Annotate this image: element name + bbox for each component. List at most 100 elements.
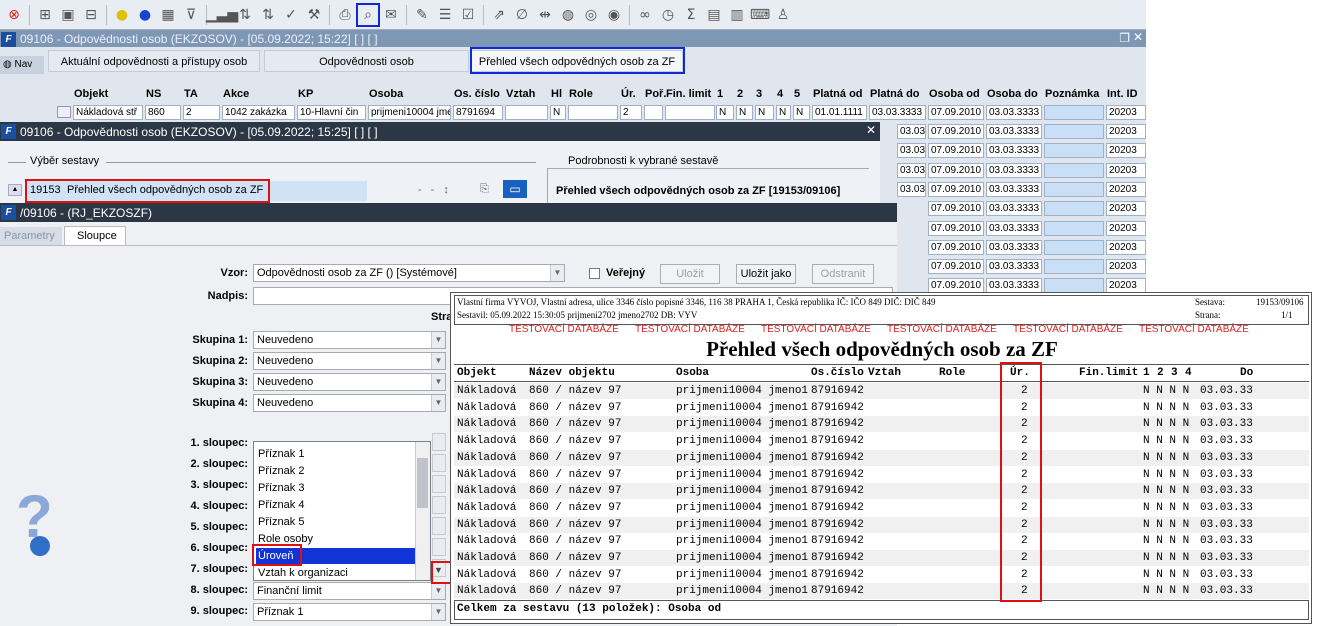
grid-cell[interactable]: 03.03.3333 (986, 278, 1042, 293)
column-8-select[interactable]: Finanční limit ▼ (253, 582, 446, 600)
group-select[interactable]: Neuvedeno ▼ (253, 394, 446, 412)
dropdown-item[interactable]: Vztah k organizaci (256, 565, 416, 581)
grid-col-header[interactable]: 5 (794, 88, 800, 100)
grid-cell[interactable]: 2 (620, 105, 642, 120)
grid-cell[interactable]: 20203 (1106, 221, 1146, 236)
grid-cell[interactable]: 07.09.2010 (928, 221, 984, 236)
column-select-arrow[interactable] (432, 475, 446, 493)
mail-icon[interactable]: ✉ (380, 4, 402, 26)
glasses-icon[interactable]: ∞ (634, 4, 656, 26)
grid-cell[interactable]: 03.03.3333 (986, 201, 1042, 216)
grid-cell[interactable]: 20203 (1106, 105, 1146, 120)
grid-col-header[interactable]: Fin. limit (666, 88, 711, 100)
grid-cell[interactable]: N (550, 105, 566, 120)
grid-cell[interactable]: 07.09.2010 (928, 201, 984, 216)
wrench-icon[interactable]: ⚒ (303, 4, 325, 26)
split-icon[interactable]: ⇹ (534, 4, 556, 26)
pdf-icon[interactable]: ⎘ (480, 183, 489, 196)
grid-cell[interactable]: 03.03.3333 (986, 240, 1042, 255)
column-select-arrow[interactable] (432, 433, 446, 451)
grid-cell[interactable] (1044, 278, 1104, 293)
scroll-up-icon[interactable] (57, 106, 71, 118)
odstranit-button[interactable]: Odstranit (812, 264, 874, 284)
grid-cell[interactable]: 03.03.3333 (897, 182, 926, 197)
grid-col-header[interactable]: Hl (551, 88, 562, 100)
chart-icon[interactable]: ▁▃▅ (206, 4, 238, 26)
grid-col-header[interactable]: 2 (737, 88, 743, 100)
add-icon[interactable]: ⊞ (34, 4, 56, 26)
grid-cell[interactable]: 860 (145, 105, 181, 120)
grid-cell[interactable]: 07.09.2010 (928, 259, 984, 274)
check-icon[interactable]: ✓ (280, 4, 302, 26)
grid-cell[interactable] (644, 105, 663, 120)
grid-cell[interactable]: 20203 (1106, 240, 1146, 255)
grid-cell[interactable]: 1042 zakázka (222, 105, 295, 120)
ulozit-jako-button[interactable]: Uložit jako (736, 264, 796, 284)
grid-col-header[interactable]: Osoba do (987, 88, 1038, 100)
grid-cell[interactable]: 07.09.2010 (928, 240, 984, 255)
group-select[interactable]: Neuvedeno ▼ (253, 352, 446, 370)
person-icon[interactable]: ♙ (772, 4, 794, 26)
chevron-down-icon[interactable]: ▼ (434, 565, 443, 575)
restore-icon[interactable]: ❐ (1119, 31, 1130, 45)
column-select-arrow[interactable] (432, 496, 446, 514)
grid-col-header[interactable]: Poznámka (1045, 88, 1099, 100)
grid-cell[interactable]: 20203 (1106, 278, 1146, 293)
grid-col-header[interactable]: 1 (717, 88, 723, 100)
grid-cell[interactable] (568, 105, 618, 120)
grid-cell[interactable]: 07.09.2010 (928, 124, 984, 139)
keyboard-icon[interactable]: ⌨ (749, 4, 771, 26)
print-icon[interactable]: ⎙ (334, 4, 356, 26)
grid-col-header[interactable]: 4 (777, 88, 783, 100)
remove-icon[interactable]: ⊟ (80, 4, 102, 26)
grid-cell[interactable] (1044, 201, 1104, 216)
grid-cell[interactable]: 03.03.3333 (986, 259, 1042, 274)
tab-sloupce[interactable]: Sloupce (64, 226, 126, 246)
dropdown-scroll-thumb[interactable] (417, 458, 428, 508)
grid-cell[interactable]: 03.03.3333 (897, 163, 926, 178)
grid-cell[interactable]: Nákladová stř (73, 105, 143, 120)
grid-cell[interactable]: 20203 (1106, 201, 1146, 216)
column-select-arrow[interactable] (432, 517, 446, 535)
vzor-select[interactable]: Odpovědnosti osob za ZF () [Systémové] ▼ (253, 264, 565, 282)
close-icon[interactable]: ✕ (866, 123, 876, 137)
grid-cell[interactable]: 03.03.3333 (986, 163, 1042, 178)
grid-cell[interactable]: 2 (183, 105, 220, 120)
grid-col-header[interactable]: Objekt (74, 88, 108, 100)
grid-col-header[interactable]: Vztah (506, 88, 535, 100)
grid-cell[interactable]: 03.03.3333 (986, 143, 1042, 158)
scroll-up-icon[interactable]: ▲ (8, 184, 22, 196)
eye-icon[interactable]: ◉ (603, 4, 625, 26)
grid-cell[interactable]: 8791694 (453, 105, 503, 120)
grid-col-header[interactable]: Platná od (813, 88, 863, 100)
grid-cell[interactable] (1044, 163, 1104, 178)
tab-odpovednosti[interactable]: Odpovědnosti osob (264, 50, 469, 72)
grid-cell[interactable]: N (793, 105, 810, 120)
grid-cell[interactable]: 03.03.3333 (986, 105, 1042, 120)
dropdown-item[interactable]: Příznak 2 (256, 463, 416, 479)
tab-parametry[interactable]: Parametry (0, 227, 62, 245)
sort-desc-icon[interactable]: ⇅ (257, 4, 279, 26)
column-select-arrow[interactable] (432, 538, 446, 556)
grid-cell[interactable]: N (776, 105, 791, 120)
grid-cell[interactable]: 20203 (1106, 259, 1146, 274)
grid-cell[interactable] (1044, 221, 1104, 236)
clock-icon[interactable]: ◷ (657, 4, 679, 26)
sort-asc-icon[interactable]: ⇅ (234, 4, 256, 26)
grid-col-header[interactable]: Platná do (870, 88, 920, 100)
list-icon[interactable]: ☰ (434, 4, 456, 26)
dropdown-item[interactable]: Příznak 4 (256, 497, 416, 513)
grid-col-header[interactable]: Osoba od (929, 88, 980, 100)
help-icon[interactable]: ● (111, 4, 133, 26)
grid-cell[interactable]: 03.03.3333 (986, 182, 1042, 197)
grid-col-header[interactable]: Poř. (645, 88, 666, 100)
grid-cell[interactable]: 07.09.2010 (928, 163, 984, 178)
grid-cell[interactable] (1044, 259, 1104, 274)
dropdown-item[interactable]: Příznak 1 (256, 446, 416, 462)
group-select[interactable]: Neuvedeno ▼ (253, 331, 446, 349)
grid-cell[interactable]: N (755, 105, 774, 120)
grid-col-header[interactable]: Role (569, 88, 593, 100)
print-preview-icon[interactable]: ⌕ (356, 2, 380, 27)
grid-cell[interactable]: 07.09.2010 (928, 182, 984, 197)
dropdown-item[interactable]: Příznak 5 (256, 514, 416, 530)
